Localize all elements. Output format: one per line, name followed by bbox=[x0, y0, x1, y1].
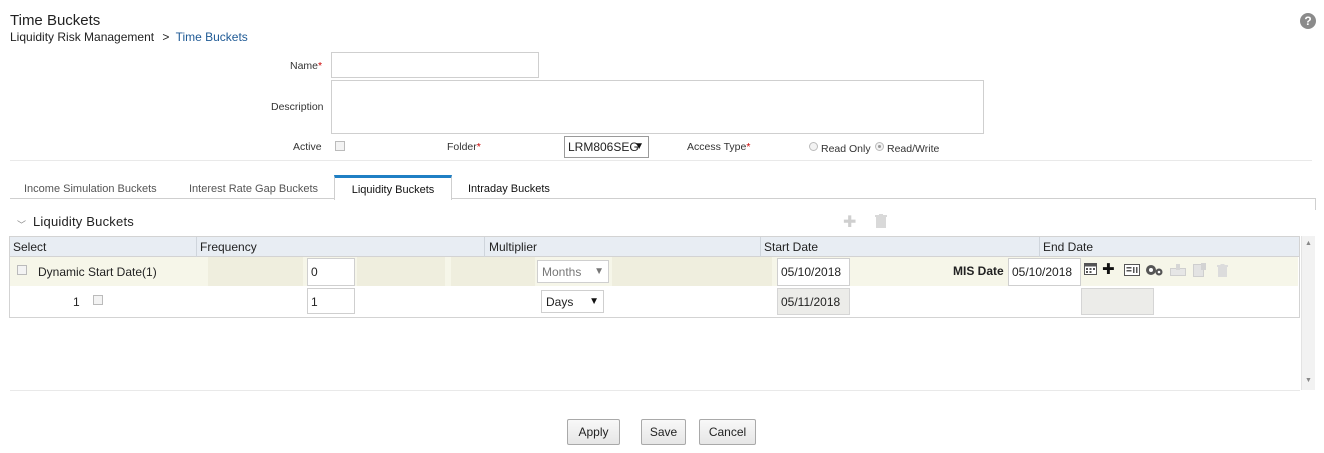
collapse-chevron-icon[interactable]: ﹀ bbox=[17, 218, 26, 231]
plus-icon[interactable]: ✚ bbox=[843, 212, 856, 232]
name-label: Name* bbox=[290, 60, 323, 72]
breadcrumb-separator: > bbox=[162, 30, 170, 44]
name-input[interactable] bbox=[331, 52, 539, 78]
row-trash-icon[interactable] bbox=[1217, 264, 1228, 280]
folder-select[interactable]: LRM806SEG ▼ bbox=[564, 136, 649, 158]
col-start-date: Start Date bbox=[764, 240, 819, 254]
col-divider bbox=[760, 237, 761, 257]
start-date-input[interactable]: 05/10/2018 bbox=[777, 258, 850, 286]
cell-band bbox=[208, 257, 303, 286]
form-divider bbox=[10, 160, 1312, 161]
multiplier-select[interactable]: Days ▼ bbox=[541, 290, 604, 313]
start-date-readonly: 05/11/2018 bbox=[777, 288, 850, 315]
tab-liquidity-buckets[interactable]: Liquidity Buckets bbox=[334, 175, 452, 200]
row-select-checkbox[interactable] bbox=[93, 295, 103, 305]
grid-scrollbar[interactable] bbox=[1301, 236, 1315, 390]
cell-band bbox=[612, 257, 772, 286]
access-type-label: Access Type* bbox=[687, 141, 751, 153]
tab-strip-line bbox=[10, 198, 1316, 199]
multiplier-select[interactable]: Months ▼ bbox=[537, 260, 609, 283]
tab-panel-edge bbox=[1315, 198, 1316, 210]
col-divider bbox=[1039, 237, 1040, 257]
calendar-icon[interactable] bbox=[1084, 262, 1097, 278]
col-divider bbox=[196, 237, 197, 257]
col-end-date: End Date bbox=[1043, 240, 1094, 254]
cancel-button[interactable]: Cancel bbox=[699, 419, 756, 445]
row-label: Dynamic Start Date(1) bbox=[38, 265, 157, 279]
cell-band bbox=[357, 257, 445, 286]
save-button[interactable]: Save bbox=[641, 419, 686, 445]
breadcrumb-current[interactable]: Time Buckets bbox=[176, 30, 248, 44]
page-title: Time Buckets bbox=[10, 12, 101, 29]
breadcrumb-root[interactable]: Liquidity Risk Management bbox=[10, 30, 154, 44]
settings-icon[interactable] bbox=[1144, 263, 1164, 280]
chevron-down-icon: ▼ bbox=[634, 141, 644, 152]
read-only-radio[interactable] bbox=[809, 142, 818, 151]
description-input[interactable] bbox=[331, 80, 984, 134]
active-label: Active bbox=[293, 141, 322, 153]
frequency-input[interactable]: 1 bbox=[307, 288, 355, 314]
apply-button[interactable]: Apply bbox=[567, 419, 620, 445]
mis-date-label: MIS Date bbox=[953, 264, 1004, 278]
grid-bottom-divider bbox=[10, 390, 1300, 391]
add-row-icon[interactable]: ✚ bbox=[1102, 262, 1115, 277]
col-multiplier: Multiplier bbox=[489, 240, 538, 254]
read-only-label: Read Only bbox=[821, 143, 871, 155]
frequency-input[interactable]: 0 bbox=[307, 258, 355, 286]
scroll-down-icon[interactable]: ▼ bbox=[1305, 377, 1312, 384]
folder-label: Folder* bbox=[447, 141, 481, 153]
row-number: 1 bbox=[73, 295, 80, 309]
end-date-readonly bbox=[1081, 288, 1154, 315]
edit-icon[interactable] bbox=[1193, 263, 1207, 280]
tab-interest-rate-gap[interactable]: Interest Rate Gap Buckets bbox=[189, 183, 318, 195]
end-date-input[interactable]: 05/10/2018 bbox=[1008, 258, 1081, 286]
col-frequency: Frequency bbox=[200, 240, 257, 254]
help-icon[interactable]: ? bbox=[1300, 13, 1316, 29]
col-select: Select bbox=[13, 240, 47, 254]
section-title: Liquidity Buckets bbox=[33, 214, 134, 229]
active-checkbox[interactable] bbox=[335, 141, 345, 151]
chevron-down-icon: ▼ bbox=[594, 266, 604, 277]
chevron-down-icon: ▼ bbox=[589, 296, 599, 307]
expression-icon[interactable] bbox=[1124, 264, 1140, 279]
cell-band bbox=[451, 257, 535, 286]
breadcrumb: Liquidity Risk Management > Time Buckets bbox=[10, 30, 248, 44]
col-divider bbox=[484, 237, 485, 257]
row-select-checkbox[interactable] bbox=[17, 265, 27, 275]
tab-income-simulation[interactable]: Income Simulation Buckets bbox=[24, 183, 157, 195]
read-write-label: Read/Write bbox=[887, 143, 940, 155]
description-label: Description bbox=[271, 101, 324, 113]
trash-icon[interactable] bbox=[875, 214, 887, 231]
read-write-radio[interactable] bbox=[875, 142, 884, 151]
scroll-up-icon[interactable]: ▲ bbox=[1305, 240, 1312, 247]
tab-intraday-buckets[interactable]: Intraday Buckets bbox=[468, 183, 550, 195]
import-icon[interactable] bbox=[1170, 264, 1186, 279]
